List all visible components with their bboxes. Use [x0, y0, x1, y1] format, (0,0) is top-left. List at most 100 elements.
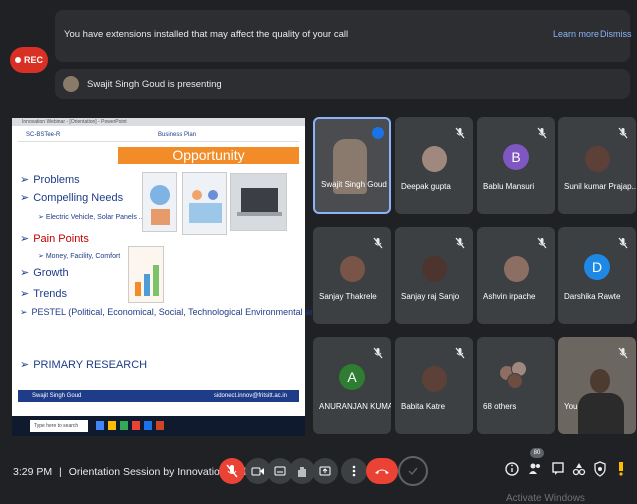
recording-badge: REC: [10, 47, 48, 73]
chat-icon[interactable]: [551, 461, 565, 477]
slide-bullet: ➢ PRIMARY RESEARCH: [20, 359, 148, 371]
hand-icon: [298, 466, 306, 477]
check-icon: [408, 467, 418, 476]
participant-tile[interactable]: A ANURANJAN KUMAR: [313, 337, 391, 434]
participant-avatar: B: [503, 144, 529, 170]
mic-off-icon: [618, 127, 628, 139]
current-time: 3:29 PM: [13, 466, 53, 478]
dismiss-button[interactable]: Dismiss: [600, 29, 632, 39]
mic-off-icon: [373, 347, 383, 359]
participant-tile[interactable]: Swajit Singh Goud: [313, 117, 391, 214]
slide-header: SC-BSTee-R Business Plan: [18, 130, 299, 142]
speaking-indicator-icon: [372, 127, 384, 139]
mic-off-icon: [537, 237, 547, 249]
taskbar-app-icon: [144, 421, 152, 430]
mic-off-icon: [618, 347, 628, 359]
participant-avatar: [422, 256, 447, 282]
participant-tile[interactable]: Deepak gupta: [395, 117, 473, 214]
camera-icon: [251, 467, 264, 476]
reactions-button[interactable]: [398, 456, 428, 486]
mic-off-icon: [455, 237, 465, 249]
presenting-text: Swajit Singh Goud is presenting: [87, 78, 222, 90]
extension-warning-banner: You have extensions installed that may a…: [55, 10, 632, 62]
slide-footer-email: sidonect.innov@fritsitt.ac.in: [213, 393, 287, 399]
participant-body: [578, 393, 624, 434]
mic-off-icon: [455, 347, 465, 359]
mic-off-icon: [537, 127, 547, 139]
slide-illustration-bulb: [142, 172, 177, 232]
taskbar-app-icon: [120, 421, 128, 430]
shared-window-title: Innovation Webinar - [Orientation] - Pow…: [12, 118, 305, 126]
people-icon[interactable]: [528, 461, 542, 477]
hang-up-icon: [375, 469, 389, 474]
participant-avatar: [504, 256, 529, 282]
learn-more-link[interactable]: Learn more: [553, 29, 599, 39]
slide-bullet: ➢ Pain Points: [20, 233, 89, 245]
slide-bullet: ➢ PESTEL (Political, Economical, Social, …: [20, 307, 348, 317]
banner-message: You have extensions installed that may a…: [64, 29, 349, 40]
captions-icon: [274, 466, 286, 476]
mic-off-icon: [226, 464, 238, 478]
activities-icon[interactable]: [572, 461, 586, 477]
participant-name: ANURANJAN KUMAR: [319, 402, 391, 411]
participant-name: Darshika Rawte: [564, 292, 621, 301]
mic-toggle-button[interactable]: [219, 458, 245, 484]
taskbar-app-icon: [156, 421, 164, 430]
recording-label: REC: [23, 55, 43, 65]
shared-taskbar: Type here to search: [12, 416, 305, 436]
participant-name: Ashvin irpache: [483, 292, 536, 301]
participant-tile[interactable]: D Darshika Rawte: [558, 227, 636, 324]
shared-screen[interactable]: Innovation Webinar - [Orientation] - Pow…: [12, 118, 348, 436]
extension-icon[interactable]: [614, 461, 628, 477]
participant-name: Swajit Singh Goud: [321, 180, 387, 189]
details-separator: |: [59, 466, 62, 478]
participant-name: Bablu Mansuri: [483, 182, 535, 191]
participant-tile[interactable]: 68 others: [477, 337, 555, 434]
participant-tile[interactable]: You: [558, 337, 636, 434]
participant-name: Sanjay raj Sanjo: [401, 292, 460, 301]
participant-tile[interactable]: Sanjay raj Sanjo: [395, 227, 473, 324]
participant-name: Sanjay Thakrele: [319, 292, 377, 301]
taskbar-app-icon: [108, 421, 116, 430]
participant-avatar: D: [584, 254, 610, 280]
meeting-control-bar: 3:29 PM | Orientation Session by Innovat…: [0, 444, 637, 504]
participant-name: Babita Katre: [401, 402, 446, 411]
participant-avatar: [422, 366, 447, 392]
participant-avatar: [507, 373, 523, 389]
more-vert-icon: [352, 465, 356, 477]
record-dot-icon: [14, 57, 21, 63]
participant-avatar: [340, 256, 365, 282]
present-icon: [319, 466, 331, 475]
slide-bullet: ➢ Problems: [20, 174, 80, 186]
leave-call-button[interactable]: [366, 458, 398, 484]
participant-avatar: [585, 146, 610, 172]
meeting-info-icon[interactable]: [505, 461, 519, 477]
participant-tile[interactable]: Ashvin irpache: [477, 227, 555, 324]
participant-name: Sunil kumar Prajap...: [564, 182, 636, 191]
taskbar-app-icon: [132, 421, 140, 430]
slide-sub-bullet: ➢ Money, Facility, Comfort: [38, 253, 121, 260]
slide-bullet: ➢ Compelling Needs: [20, 192, 124, 204]
slide-bullet: ➢ Growth: [20, 267, 69, 279]
participant-tile[interactable]: Sanjay Thakrele: [313, 227, 391, 324]
participant-name: 68 others: [483, 402, 517, 411]
participant-avatar: A: [339, 364, 365, 390]
taskbar-search: Type here to search: [30, 420, 88, 432]
participant-tile[interactable]: Sunil kumar Prajap...: [558, 117, 636, 214]
taskbar-app-icon: [96, 421, 104, 430]
mic-off-icon: [455, 127, 465, 139]
slide-sub-bullet: ➢ Electric Vehicle, Solar Panels ..: [38, 214, 143, 221]
participant-tile[interactable]: B Bablu Mansuri: [477, 117, 555, 214]
more-options-button[interactable]: [341, 458, 367, 484]
slide-course-code: SC-BSTee-R: [26, 132, 61, 138]
slide-illustration-laptop: [230, 173, 287, 231]
host-controls-icon[interactable]: [593, 461, 607, 477]
participant-avatar: [422, 146, 447, 172]
participant-tile[interactable]: Babita Katre: [395, 337, 473, 434]
participant-name: Deepak gupta: [401, 182, 451, 191]
slide-illustration-team: [182, 172, 227, 235]
participant-count-badge: 80: [530, 448, 544, 458]
participant-name: You: [564, 402, 578, 411]
slide-header-label: Business Plan: [158, 132, 197, 138]
present-screen-button[interactable]: [312, 458, 338, 484]
